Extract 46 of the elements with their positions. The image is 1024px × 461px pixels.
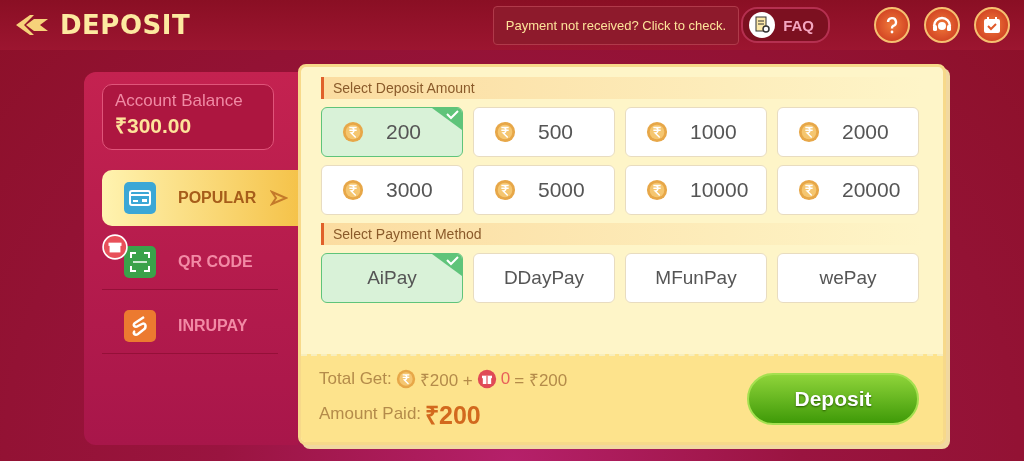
balance-label: Account Balance xyxy=(115,91,244,111)
balance-value: ₹300.00 xyxy=(115,113,193,139)
total-label: Total Get: xyxy=(319,369,392,389)
amount-option[interactable]: 10000 xyxy=(625,165,767,215)
payment-check-link[interactable]: Payment not received? Click to check. xyxy=(492,5,740,45)
document-search-icon xyxy=(749,12,776,38)
payment-option[interactable]: AiPay xyxy=(321,253,463,303)
amount-option[interactable]: 500 xyxy=(473,107,615,157)
amount-option[interactable]: 20000 xyxy=(777,165,919,215)
arrow-icon xyxy=(270,190,289,206)
gift-icon xyxy=(476,369,497,389)
amount-option[interactable]: 5000 xyxy=(473,165,615,215)
paid-label: Amount Paid: xyxy=(319,403,422,424)
check-icon xyxy=(432,254,462,276)
back-icon[interactable] xyxy=(14,12,50,38)
coin-icon xyxy=(342,179,364,201)
base-amount: ₹200 + xyxy=(419,369,473,391)
coin-icon xyxy=(798,179,820,201)
faq-button[interactable]: FAQ xyxy=(741,7,830,43)
check-icon xyxy=(432,108,462,130)
amount-option[interactable]: 2000 xyxy=(777,107,919,157)
coin-icon xyxy=(395,369,416,389)
page-title: DEPOSIT xyxy=(60,10,191,40)
scan-icon xyxy=(124,245,156,278)
payment-option[interactable]: DDayPay xyxy=(473,253,615,303)
paid-amount: ₹200 xyxy=(425,399,481,431)
card-icon xyxy=(124,182,156,214)
amount-option[interactable]: 200 xyxy=(321,107,463,157)
coin-icon xyxy=(646,121,668,143)
bonus-amount: 0 xyxy=(500,369,511,389)
calendar-button[interactable] xyxy=(974,7,1010,43)
help-button[interactable] xyxy=(874,7,910,43)
coin-icon xyxy=(494,179,516,201)
calendar-icon xyxy=(982,15,1002,35)
coin-icon xyxy=(342,121,364,143)
coin-icon xyxy=(646,179,668,201)
amount-option[interactable]: 1000 xyxy=(625,107,767,157)
total-amount: = ₹200 xyxy=(514,369,568,391)
payment-option[interactable]: MFunPay xyxy=(625,253,767,303)
payment-option[interactable]: wePay xyxy=(777,253,919,303)
coin-icon xyxy=(798,121,820,143)
amount-option[interactable]: 3000 xyxy=(321,165,463,215)
support-button[interactable] xyxy=(924,7,960,43)
inrupay-logo-icon xyxy=(124,309,156,342)
method-tab[interactable]: POPULAR xyxy=(102,170,298,226)
coin-icon xyxy=(494,121,516,143)
